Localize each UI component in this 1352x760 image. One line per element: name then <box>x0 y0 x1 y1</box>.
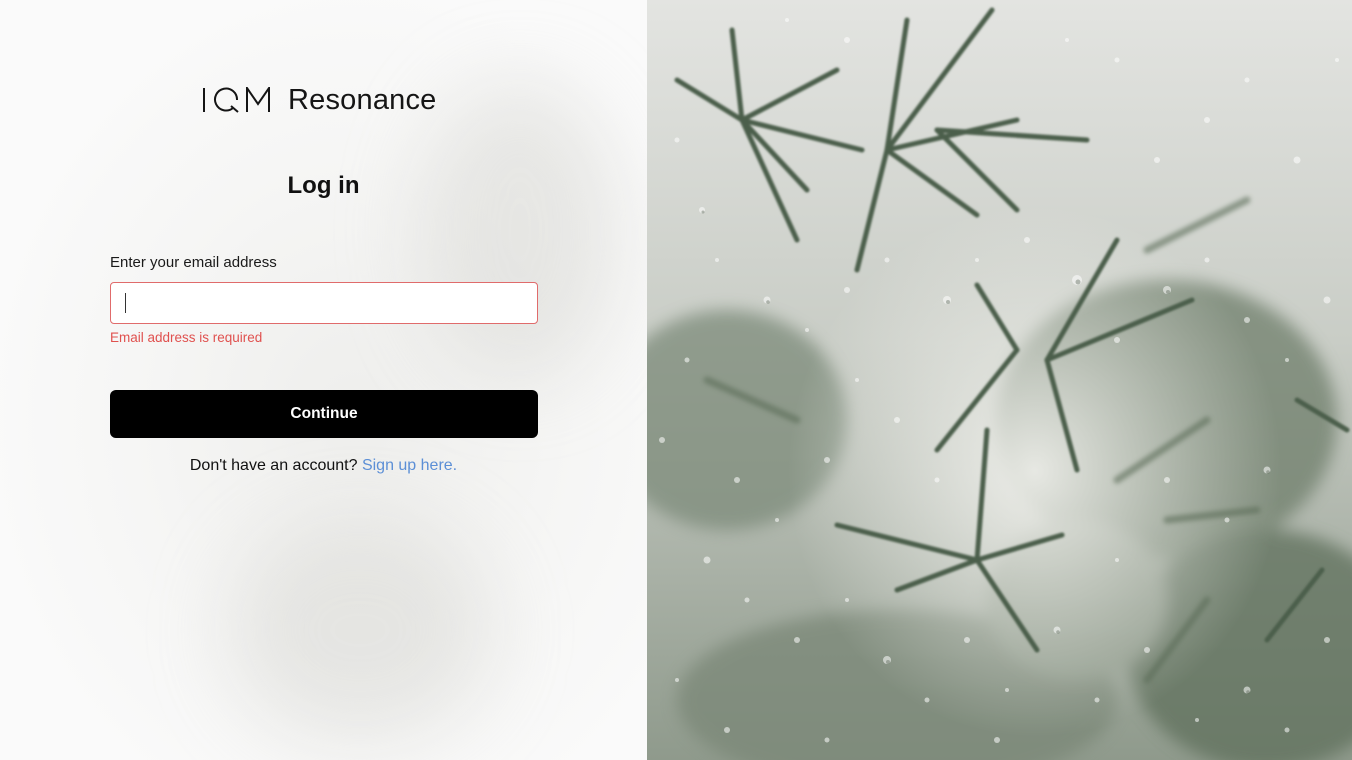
rainy-foliage-image <box>647 0 1352 760</box>
signup-link[interactable]: Sign up here. <box>362 457 457 474</box>
email-error-message: Email address is required <box>110 330 263 345</box>
login-page: Resonance Log in Enter your email addres… <box>0 0 1352 760</box>
login-form: Enter your email address Email address i… <box>110 254 538 345</box>
login-panel: Resonance Log in Enter your email addres… <box>0 0 647 760</box>
text-cursor <box>125 293 126 313</box>
continue-button[interactable]: Continue <box>110 390 538 438</box>
signup-prompt: Don't have an account? Sign up here. <box>0 457 647 475</box>
background-shade <box>230 520 490 740</box>
email-field-wrapper <box>110 282 538 324</box>
page-title: Log in <box>287 172 360 199</box>
email-label: Enter your email address <box>110 254 277 271</box>
hero-image <box>647 0 1352 760</box>
brand-name: Resonance <box>288 84 437 116</box>
signup-prompt-text: Don't have an account? <box>189 457 358 474</box>
brand-logo: Resonance <box>202 84 437 116</box>
iqm-logo-icon <box>203 87 270 113</box>
email-input[interactable] <box>111 283 537 323</box>
